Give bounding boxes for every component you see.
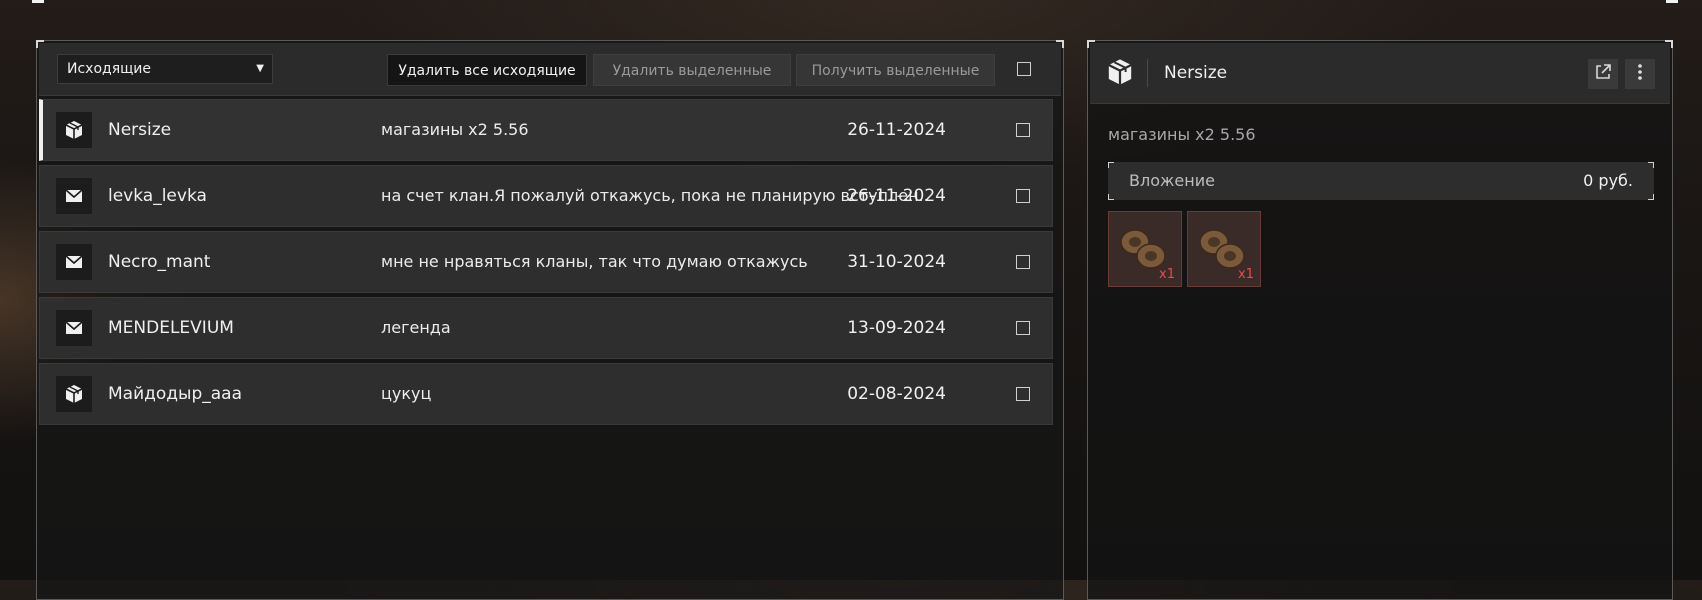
bar-corner xyxy=(1108,194,1114,200)
delete-all-outgoing-button[interactable]: Удалить все исходящие xyxy=(387,54,587,86)
mail-row-checkbox[interactable] xyxy=(1016,255,1030,269)
folder-select[interactable]: Исходящие ▼ xyxy=(57,54,273,84)
envelope-icon xyxy=(56,244,92,280)
more-options-button[interactable] xyxy=(1625,59,1655,89)
mail-subject: легенда xyxy=(381,318,451,337)
bar-corner xyxy=(1648,194,1654,200)
mail-row[interactable]: levka_levka на счет клан.Я пожалуй откаж… xyxy=(39,165,1053,227)
delete-selected-button[interactable]: Удалить выделенные xyxy=(593,54,791,86)
external-link-icon xyxy=(1594,63,1612,85)
folder-select-value: Исходящие xyxy=(67,61,152,77)
attachment-label: Вложение xyxy=(1129,171,1215,190)
mail-sender: Майдодыр_ааа xyxy=(108,384,243,404)
mail-sender: Necro_mant xyxy=(108,252,211,272)
top-left-corner-mark xyxy=(32,0,44,3)
attachment-bar: Вложение 0 руб. xyxy=(1108,162,1654,200)
mail-date: 02-08-2024 xyxy=(847,384,946,404)
header-divider xyxy=(1147,59,1148,87)
mail-row[interactable]: Майдодыр_ааа цукуц 02-08-2024 xyxy=(39,363,1053,425)
mail-row[interactable]: Nersize магазины x2 5.56 26-11-2024 xyxy=(39,99,1053,161)
item-quantity: x1 xyxy=(1159,267,1175,282)
mail-subject: магазины x2 5.56 xyxy=(381,120,529,139)
select-all-checkbox[interactable] xyxy=(1017,62,1031,76)
mail-row-checkbox[interactable] xyxy=(1016,189,1030,203)
receive-selected-button[interactable]: Получить выделенные xyxy=(796,54,995,86)
dropdown-arrow-icon: ▼ xyxy=(256,63,264,74)
detail-subject: магазины x2 5.56 xyxy=(1108,125,1256,144)
mail-date: 26-11-2024 xyxy=(847,120,946,140)
envelope-icon xyxy=(56,178,92,214)
mail-detail-panel: Nersize магазины x2 5.56 Вложение 0 руб.… xyxy=(1087,40,1673,600)
mail-date: 26-11-2024 xyxy=(847,186,946,206)
item-quantity: x1 xyxy=(1238,267,1254,282)
mail-toolbar: Исходящие ▼ Удалить все исходящие Удалит… xyxy=(39,43,1061,96)
mail-sender: MENDELEVIUM xyxy=(108,318,234,338)
detail-header: Nersize xyxy=(1090,43,1670,104)
mail-subject: мне не нравяться кланы, так что думаю от… xyxy=(381,252,808,271)
mail-row-checkbox[interactable] xyxy=(1016,123,1030,137)
open-external-button[interactable] xyxy=(1588,59,1618,89)
attachment-value: 0 руб. xyxy=(1583,171,1633,190)
top-right-corner-mark xyxy=(1666,0,1678,3)
mail-sender: Nersize xyxy=(108,120,172,140)
mail-row[interactable]: Necro_mant мне не нравяться кланы, так ч… xyxy=(39,231,1053,293)
mail-list-panel: Исходящие ▼ Удалить все исходящие Удалит… xyxy=(36,40,1064,600)
bar-corner xyxy=(1648,162,1654,168)
bar-corner xyxy=(1108,162,1114,168)
envelope-icon xyxy=(56,310,92,346)
mail-subject: цукуц xyxy=(381,384,432,403)
mail-row-checkbox[interactable] xyxy=(1016,321,1030,335)
vertical-dots-icon xyxy=(1637,63,1643,85)
attachment-item[interactable]: x1 xyxy=(1187,211,1261,287)
mail-row[interactable]: MENDELEVIUM легенда 13-09-2024 xyxy=(39,297,1053,359)
detail-title: Nersize xyxy=(1164,63,1228,83)
mail-date: 13-09-2024 xyxy=(847,318,946,338)
mail-date: 31-10-2024 xyxy=(847,252,946,272)
attachment-item[interactable]: x1 xyxy=(1108,211,1182,287)
mail-list: Nersize магазины x2 5.56 26-11-2024 levk… xyxy=(39,99,1053,429)
mail-sender: levka_levka xyxy=(108,186,207,206)
mail-row-checkbox[interactable] xyxy=(1016,387,1030,401)
package-icon xyxy=(1106,58,1134,90)
package-icon xyxy=(56,112,92,148)
package-icon xyxy=(56,376,92,412)
